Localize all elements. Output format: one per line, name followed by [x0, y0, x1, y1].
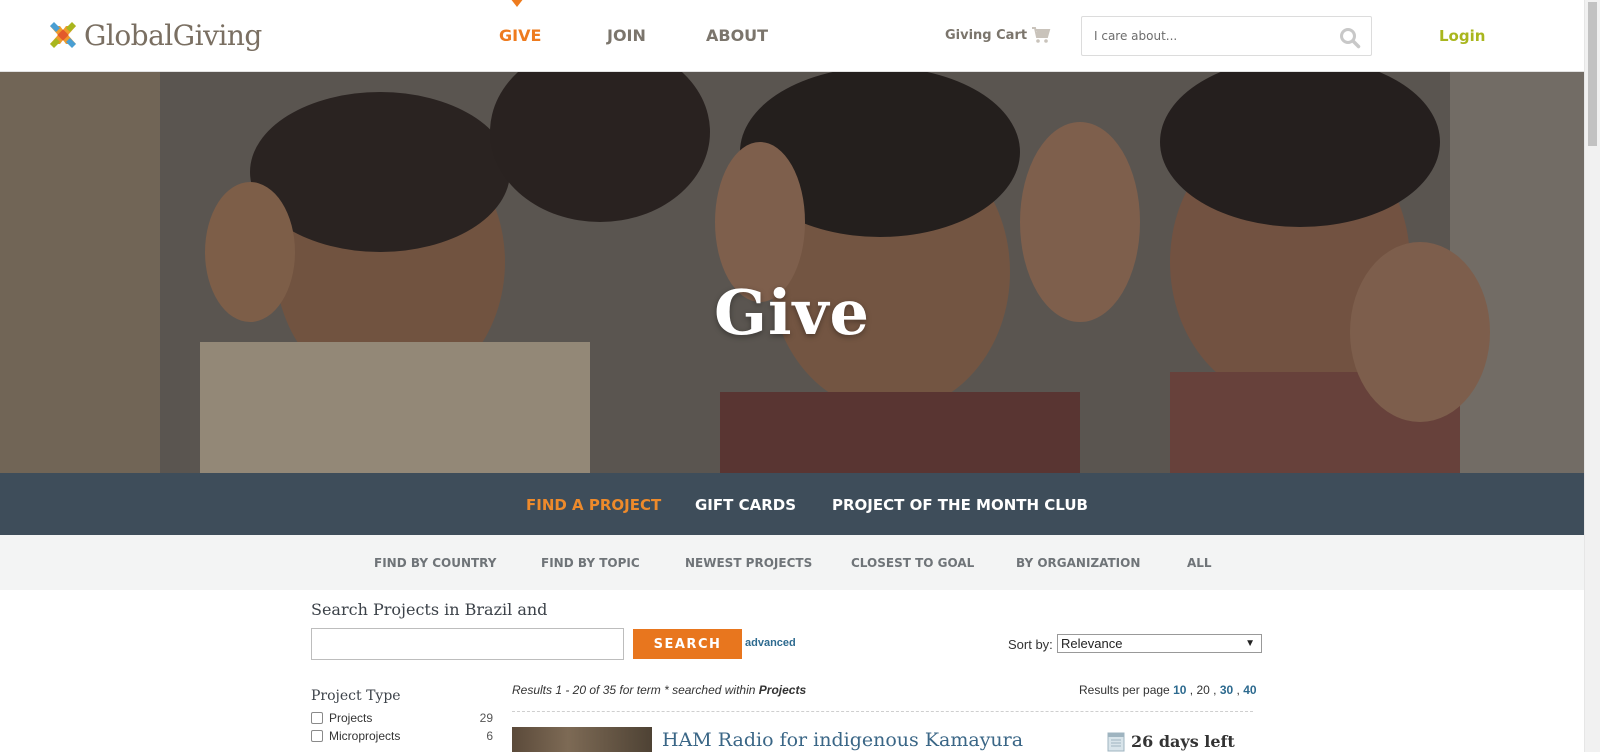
search-icon[interactable]	[1339, 27, 1361, 49]
filter-find-by-country[interactable]: FIND BY COUNTRY	[374, 556, 496, 570]
results-per-page: Results per page 10 , 20 , 30 , 40	[1079, 683, 1257, 697]
results-summary-text: Results 1 - 20 of 35 for term * searched…	[512, 683, 759, 697]
facet-microprojects-label: Microprojects	[329, 729, 401, 743]
globalgiving-logo[interactable]: GlobalGiving	[46, 18, 262, 52]
project-type-title: Project Type	[311, 688, 401, 704]
give-subnav: FIND A PROJECT GIFT CARDS PROJECT OF THE…	[0, 473, 1584, 535]
per-page-40[interactable]: 40	[1243, 683, 1256, 697]
hero-photo	[0, 72, 1584, 473]
results-summary: Results 1 - 20 of 35 for term * searched…	[512, 683, 806, 697]
active-nav-caret-icon	[511, 0, 523, 7]
days-left-text: 26 days left	[1131, 731, 1235, 751]
project-title-link[interactable]: HAM Radio for indigenous Kamayura	[662, 729, 1023, 751]
nav-give[interactable]: GIVE	[499, 26, 541, 45]
logo-mark-icon	[50, 22, 76, 48]
results-scope: Projects	[758, 683, 807, 697]
filter-all[interactable]: ALL	[1187, 556, 1212, 570]
filter-find-by-topic[interactable]: FIND BY TOPIC	[541, 556, 640, 570]
sort-select-value: Relevance	[1061, 636, 1123, 651]
project-search-input[interactable]	[311, 628, 624, 660]
nav-about[interactable]: ABOUT	[706, 26, 768, 45]
facet-projects-count: 29	[479, 711, 493, 725]
subnav-project-of-the-month-club[interactable]: PROJECT OF THE MONTH CLUB	[832, 496, 1088, 514]
facet-projects[interactable]: Projects 29	[311, 711, 493, 725]
filter-by-organization[interactable]: BY ORGANIZATION	[1016, 556, 1140, 570]
facet-microprojects-checkbox[interactable]	[311, 730, 323, 742]
giving-cart-label: Giving Cart	[945, 27, 1028, 43]
nav-join[interactable]: JOIN	[607, 26, 646, 45]
page-scrollbar[interactable]	[1584, 0, 1600, 752]
sort-select[interactable]: Relevance ▼	[1057, 634, 1262, 653]
logo-text: GlobalGiving	[84, 18, 262, 52]
site-search	[1081, 16, 1372, 56]
login-link[interactable]: Login	[1439, 27, 1485, 45]
project-days-left: 26 days left	[1107, 730, 1235, 752]
hero-banner: Give	[0, 72, 1584, 473]
per-page-10[interactable]: 10	[1173, 683, 1186, 697]
hero-title: Give	[714, 276, 870, 349]
search-button[interactable]: SEARCH	[633, 629, 742, 659]
find-project-nav: FIND BY COUNTRY FIND BY TOPIC NEWEST PRO…	[0, 535, 1584, 590]
scrollbar-thumb[interactable]	[1588, 2, 1597, 146]
dropdown-arrow-icon: ▼	[1245, 638, 1255, 649]
page: GlobalGiving GIVE JOIN ABOUT Giving Cart…	[0, 0, 1600, 752]
filter-newest-projects[interactable]: NEWEST PROJECTS	[685, 556, 812, 570]
facet-microprojects[interactable]: Microprojects 6	[311, 729, 493, 743]
site-search-input[interactable]	[1083, 18, 1323, 54]
subnav-find-a-project[interactable]: FIND A PROJECT	[526, 496, 661, 514]
project-thumbnail[interactable]	[512, 727, 652, 752]
site-header: GlobalGiving GIVE JOIN ABOUT Giving Cart…	[0, 0, 1584, 72]
advanced-search-link[interactable]: advanced	[745, 637, 796, 649]
facet-projects-label: Projects	[329, 711, 373, 725]
giving-cart-link[interactable]: Giving Cart	[945, 26, 1051, 44]
subnav-gift-cards[interactable]: GIFT CARDS	[695, 496, 796, 514]
cart-icon	[1032, 27, 1051, 43]
sort-label: Sort by:	[1008, 637, 1053, 652]
facet-projects-checkbox[interactable]	[311, 712, 323, 724]
per-page-30[interactable]: 30	[1220, 683, 1233, 697]
results-divider	[512, 711, 1253, 712]
per-page-label: Results per page	[1079, 683, 1170, 697]
calendar-icon	[1107, 732, 1125, 752]
filter-closest-to-goal[interactable]: CLOSEST TO GOAL	[851, 556, 974, 570]
per-page-20: 20	[1196, 683, 1210, 697]
facet-microprojects-count: 6	[486, 729, 493, 743]
search-heading: Search Projects in Brazil and	[311, 600, 548, 619]
